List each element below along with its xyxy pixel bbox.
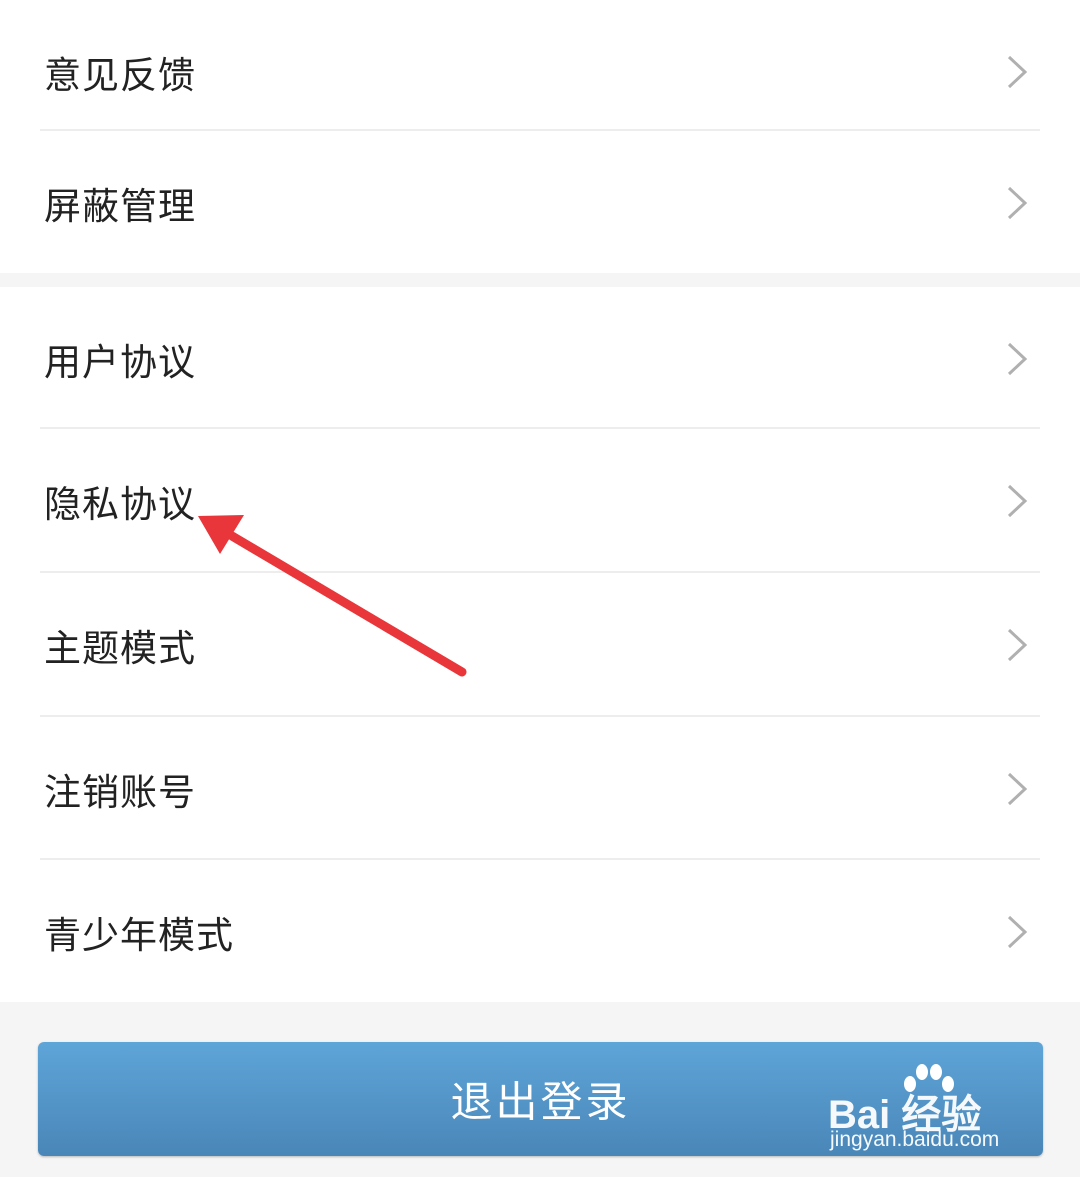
settings-item-label: 意见反馈 (44, 53, 196, 97)
chevron-right-icon (1007, 484, 1028, 517)
chevron-right-icon (1007, 342, 1028, 375)
settings-item-label: 隐私协议 (44, 482, 196, 526)
settings-group-1: 意见反馈 屏蔽管理 (0, 0, 1080, 273)
chevron-right-icon (1007, 55, 1028, 88)
settings-item-theme-mode[interactable]: 主题模式 (0, 573, 1080, 716)
settings-item-label: 青少年模式 (44, 913, 234, 957)
chevron-right-icon (1007, 628, 1028, 661)
settings-item-teen-mode[interactable]: 青少年模式 (0, 860, 1080, 1003)
settings-item-label: 屏蔽管理 (44, 184, 196, 228)
settings-item-user-agreement[interactable]: 用户协议 (0, 287, 1080, 430)
settings-item-label: 用户协议 (44, 340, 196, 384)
settings-item-label: 注销账号 (44, 770, 196, 814)
chevron-right-icon (1007, 915, 1028, 948)
settings-group-2: 用户协议 隐私协议 主题模式 注销账号 青少年模式 (0, 287, 1080, 1002)
logout-button[interactable]: 退出登录 (38, 1042, 1043, 1156)
settings-item-privacy-agreement[interactable]: 隐私协议 (0, 429, 1080, 572)
chevron-right-icon (1007, 772, 1028, 805)
settings-item-block-management[interactable]: 屏蔽管理 (0, 131, 1080, 274)
settings-item-delete-account[interactable]: 注销账号 (0, 717, 1080, 860)
logout-button-label: 退出登录 (450, 1077, 631, 1127)
chevron-right-icon (1007, 186, 1028, 219)
settings-item-feedback[interactable]: 意见反馈 (0, 0, 1080, 143)
settings-item-label: 主题模式 (44, 626, 196, 670)
